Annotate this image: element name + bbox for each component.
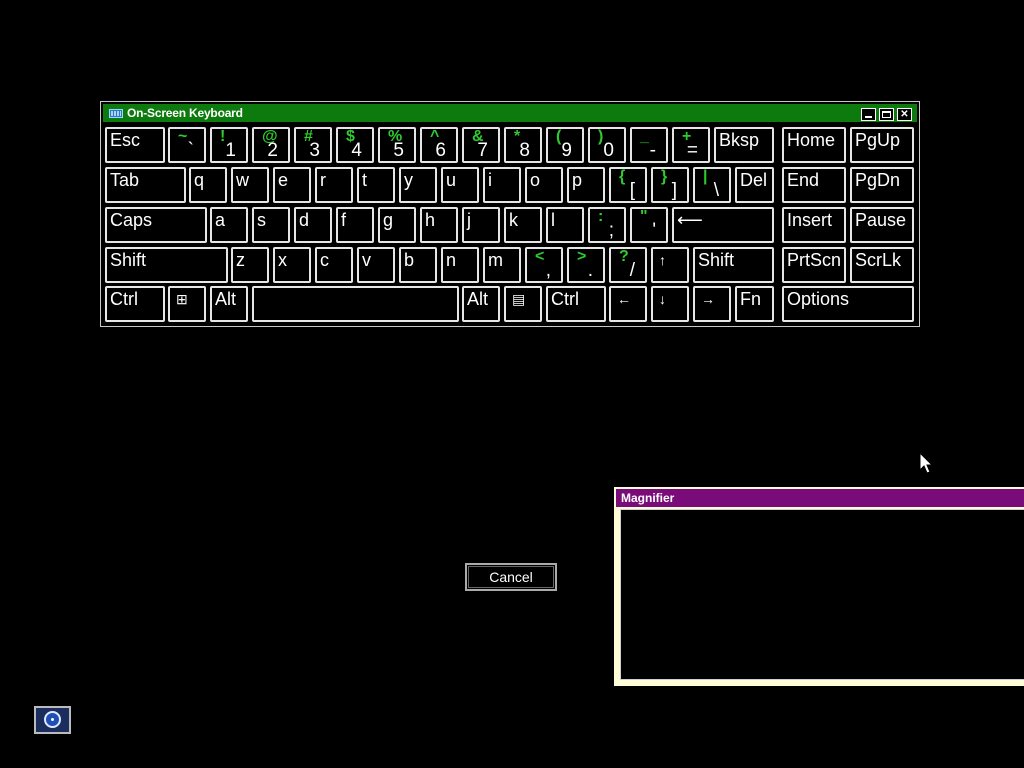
key-9[interactable]: (9 — [546, 127, 584, 163]
key-t[interactable]: t — [357, 167, 395, 203]
left-arrow-icon: ← — [617, 291, 631, 307]
key-comma[interactable]: <, — [525, 247, 563, 283]
key-prtscn[interactable]: PrtScn — [782, 247, 846, 283]
key-shift-left[interactable]: Shift — [105, 247, 228, 283]
key-fn[interactable]: Fn — [735, 286, 774, 322]
key-w[interactable]: w — [231, 167, 269, 203]
key-ctrl-left[interactable]: Ctrl — [105, 286, 165, 322]
key-period[interactable]: >. — [567, 247, 605, 283]
minimize-button[interactable] — [861, 108, 876, 121]
key-d[interactable]: d — [294, 207, 332, 243]
key-shift-right[interactable]: Shift — [693, 247, 774, 283]
magnifier-view — [620, 509, 1024, 680]
key-backslash[interactable]: | \ — [693, 167, 731, 203]
osk-title: On-Screen Keyboard — [127, 106, 243, 120]
key-home[interactable]: Home — [782, 127, 846, 163]
key-i[interactable]: i — [483, 167, 521, 203]
key-insert[interactable]: Insert — [782, 207, 846, 243]
key-j[interactable]: j — [462, 207, 500, 243]
key-k[interactable]: k — [504, 207, 542, 243]
key-m[interactable]: m — [483, 247, 521, 283]
key-up-arrow[interactable]: ↑ — [651, 247, 689, 283]
key-pgup[interactable]: PgUp — [850, 127, 914, 163]
key-right-arrow[interactable]: → — [693, 286, 731, 322]
magnifier-window: Magnifier — [614, 487, 1024, 686]
key-left-bracket[interactable]: {[ — [609, 167, 647, 203]
key-windows[interactable]: ⊞ — [168, 286, 206, 322]
key-alt-left[interactable]: Alt — [210, 286, 248, 322]
maximize-button[interactable] — [879, 108, 894, 121]
key-3[interactable]: #3 — [294, 127, 332, 163]
key-x[interactable]: x — [273, 247, 311, 283]
windows-logo-icon: ⊞ — [176, 291, 188, 307]
key-p[interactable]: p — [567, 167, 605, 203]
key-space[interactable] — [252, 286, 459, 322]
key-7[interactable]: & 7 — [462, 127, 500, 163]
key-s[interactable]: s — [252, 207, 290, 243]
key-equals[interactable]: + = — [672, 127, 710, 163]
magnifier-title: Magnifier — [621, 491, 675, 505]
ease-of-access-icon — [44, 711, 61, 728]
key-backtick[interactable]: ~ ` — [168, 127, 206, 163]
on-screen-keyboard-window: On-Screen Keyboard ✕ Esc ~ ` ! 1 @2 #3 $4 … — [100, 101, 920, 327]
key-menu[interactable]: ▤ — [504, 286, 542, 322]
up-arrow-icon: ↑ — [659, 252, 666, 268]
key-f[interactable]: f — [336, 207, 374, 243]
key-c[interactable]: c — [315, 247, 353, 283]
close-button[interactable]: ✕ — [897, 108, 912, 121]
key-minus[interactable]: _ - — [630, 127, 668, 163]
key-caps[interactable]: Caps — [105, 207, 207, 243]
key-o[interactable]: o — [525, 167, 563, 203]
cancel-button[interactable]: Cancel — [465, 563, 557, 591]
key-down-arrow[interactable]: ↓ — [651, 286, 689, 322]
key-scrlk[interactable]: ScrLk — [850, 247, 914, 283]
key-2[interactable]: @2 — [252, 127, 290, 163]
key-backspace[interactable]: Bksp — [714, 127, 774, 163]
key-end[interactable]: End — [782, 167, 846, 203]
key-8[interactable]: * 8 — [504, 127, 542, 163]
key-pause[interactable]: Pause — [850, 207, 914, 243]
key-4[interactable]: $4 — [336, 127, 374, 163]
key-1[interactable]: ! 1 — [210, 127, 248, 163]
key-right-bracket[interactable]: }] — [651, 167, 689, 203]
key-6[interactable]: ^ 6 — [420, 127, 458, 163]
osk-title-bar[interactable]: On-Screen Keyboard ✕ — [103, 104, 917, 122]
mouse-pointer-icon — [919, 452, 934, 474]
key-0[interactable]: ) 0 — [588, 127, 626, 163]
key-left-arrow[interactable]: ← — [609, 286, 647, 322]
down-arrow-icon: ↓ — [659, 291, 666, 307]
key-options[interactable]: Options — [782, 286, 914, 322]
key-slash[interactable]: ? / — [609, 247, 647, 283]
key-alt-right[interactable]: Alt — [462, 286, 500, 322]
key-semicolon[interactable]: :; — [588, 207, 626, 243]
key-enter[interactable]: ⟵ — [672, 207, 774, 243]
key-g[interactable]: g — [378, 207, 416, 243]
keyboard-icon — [109, 109, 123, 118]
key-delete[interactable]: Del — [735, 167, 774, 203]
key-q[interactable]: q — [189, 167, 227, 203]
key-esc[interactable]: Esc — [105, 127, 165, 163]
key-v[interactable]: v — [357, 247, 395, 283]
key-y[interactable]: y — [399, 167, 437, 203]
key-quote[interactable]: " ' — [630, 207, 668, 243]
key-l[interactable]: l — [546, 207, 584, 243]
key-h[interactable]: h — [420, 207, 458, 243]
key-b[interactable]: b — [399, 247, 437, 283]
key-z[interactable]: z — [231, 247, 269, 283]
key-n[interactable]: n — [441, 247, 479, 283]
key-a[interactable]: a — [210, 207, 248, 243]
magnifier-title-bar[interactable]: Magnifier — [616, 489, 1024, 507]
key-e[interactable]: e — [273, 167, 311, 203]
key-u[interactable]: u — [441, 167, 479, 203]
key-tab[interactable]: Tab — [105, 167, 186, 203]
context-menu-icon: ▤ — [512, 291, 526, 307]
key-5[interactable]: % 5 — [378, 127, 416, 163]
key-r[interactable]: r — [315, 167, 353, 203]
key-ctrl-right[interactable]: Ctrl — [546, 286, 606, 322]
ease-of-access-button[interactable] — [34, 706, 71, 734]
right-arrow-icon: → — [701, 291, 715, 307]
key-pgdn[interactable]: PgDn — [850, 167, 914, 203]
